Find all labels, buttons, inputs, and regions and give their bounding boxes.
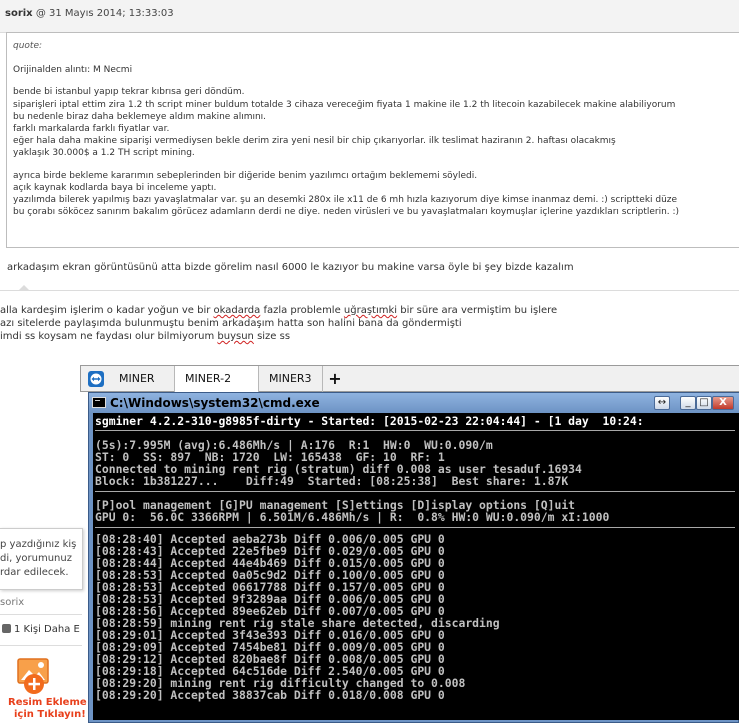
console-window: C:\Windows\system32\cmd.exe ↔ _ □ X sgmi… bbox=[88, 392, 739, 723]
console-output[interactable]: sgminer 4.2.2-310-g8985f-dirty - Started… bbox=[93, 413, 739, 720]
quote-line: açık kaynak kodlarda baya bi inceleme ya… bbox=[13, 182, 217, 193]
notice-popup-text: p yazdığınız kiş di, yorumunuz rdar edil… bbox=[0, 539, 77, 578]
quote-line: Orijinalden alıntı: M Necmi bbox=[13, 65, 133, 76]
quote-line: yaklaşık 30.000$ a 1.2 TH script mining. bbox=[13, 148, 195, 159]
console-separator bbox=[95, 527, 735, 528]
quote-line: yazılımda bilerek yapılmış bazı yavaşlat… bbox=[13, 194, 678, 205]
quote-line: siparişleri iptal ettim zira 1.2 th scri… bbox=[13, 99, 676, 110]
reply-body: alla kardeşim işlerim o kadar yoğun ve b… bbox=[0, 304, 557, 343]
cmd-icon bbox=[92, 397, 106, 408]
tab-miner3[interactable]: MINER3 bbox=[259, 366, 323, 392]
quote-line: farklı markalarda farklı fiyatlar var. bbox=[13, 123, 170, 134]
tab-miner[interactable]: MINER bbox=[109, 366, 175, 392]
teamviewer-icon bbox=[88, 371, 104, 387]
maximize-button[interactable]: □ bbox=[696, 396, 712, 410]
quote-line: bu çorabı sököcez sanırım bakalım görüce… bbox=[13, 207, 680, 218]
comment-user[interactable]: sorix bbox=[0, 597, 24, 608]
reply-line-3: imdi ss koysam ne faydası olur bilmiyoru… bbox=[0, 331, 291, 342]
console-header-line: sgminer 4.2.2-310-g8985f-dirty - Started… bbox=[95, 414, 644, 428]
quote-line: ayrıca birde bekleme kararımın sebepleri… bbox=[13, 170, 478, 181]
quote-line: bende bi istanbul yapıp tekrar kıbrısa g… bbox=[13, 87, 245, 98]
console-separator bbox=[95, 430, 735, 431]
post-divider bbox=[0, 290, 739, 291]
post-author-link[interactable]: sorix bbox=[5, 8, 33, 19]
thumbs-up-icon bbox=[2, 624, 11, 633]
reply-line-1: alla kardeşim işlerim o kadar yoğun ve b… bbox=[0, 305, 558, 316]
console-separator bbox=[95, 491, 735, 492]
like-count[interactable]: 1 Kişi Daha E bbox=[2, 624, 80, 635]
post-header: sorix @ 31 Mayıs 2014; 13:33:03 bbox=[0, 0, 739, 33]
post-body-text: arkadaşım ekran görüntüsünü atta bizde g… bbox=[7, 262, 574, 273]
console-stat-line: Block: 1b381227... Diff:49 Started: [08:… bbox=[95, 474, 569, 488]
widget-divider bbox=[0, 614, 82, 615]
console-title: C:\Windows\system32\cmd.exe bbox=[110, 396, 320, 410]
quote-gap bbox=[13, 76, 739, 86]
quote-gap bbox=[13, 160, 739, 170]
reply-line-2: azı sitelerde paylaşımda bulunmuştu beni… bbox=[0, 318, 462, 329]
console-gpu-line: GPU 0: 56.0C 3366RPM | 6.501M/6.486Mh/s … bbox=[95, 510, 610, 524]
close-button[interactable]: X bbox=[712, 396, 734, 410]
minimize-button[interactable]: _ bbox=[680, 396, 696, 410]
post-date: @ 31 Mayıs 2014; 13:33:03 bbox=[32, 8, 174, 19]
quote-line: eğer hala daha makine siparişi vermediys… bbox=[13, 136, 616, 147]
add-tab-button[interactable]: + bbox=[327, 367, 343, 391]
tab-miner-2[interactable]: MINER-2 bbox=[175, 366, 259, 392]
tab-bar: MINER MINER-2 MINER3 + bbox=[80, 365, 739, 392]
image-upload-link[interactable]: Resim Ekleme için Tıklayın! bbox=[8, 697, 87, 721]
console-log-line: [08:29:20] Accepted 38837cab Diff 0.018/… bbox=[95, 688, 445, 702]
reply-notch bbox=[18, 285, 30, 291]
resize-button[interactable]: ↔ bbox=[654, 396, 670, 410]
quote-label: quote: bbox=[13, 41, 43, 51]
widget-divider bbox=[0, 645, 82, 646]
quote-line: bu nedenle biraz daha beklemeye aldım ma… bbox=[13, 111, 267, 122]
image-upload-icon[interactable] bbox=[8, 657, 64, 695]
console-titlebar[interactable]: C:\Windows\system32\cmd.exe ↔ _ □ X bbox=[89, 393, 739, 413]
quote-box: quote: Orijinalden alıntı: M Necmi bende… bbox=[6, 32, 739, 248]
post-meta: sorix @ 31 Mayıs 2014; 13:33:03 bbox=[5, 8, 174, 19]
